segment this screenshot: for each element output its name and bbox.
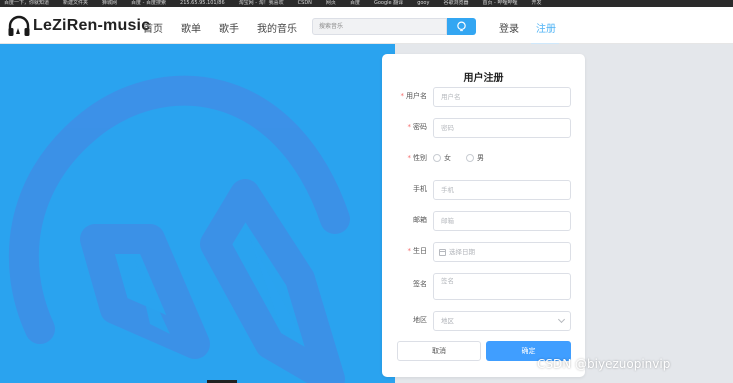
email-label: 邮箱 [413, 216, 427, 224]
required-mark: * [407, 123, 412, 131]
username-label: * 用户名 [400, 92, 428, 100]
required-mark: * [407, 247, 412, 255]
username-field[interactable] [433, 87, 571, 107]
birthday-placeholder: 选择日期 [449, 248, 475, 256]
region-select[interactable]: 地区 [433, 311, 571, 331]
gender-female-label[interactable]: 女 [444, 154, 451, 163]
cancel-button[interactable]: 取消 [397, 341, 481, 361]
birthday-date-picker[interactable]: 选择日期 [433, 242, 571, 262]
gender-male-label[interactable]: 男 [477, 154, 484, 163]
email-field[interactable] [433, 211, 571, 231]
headphones-illustration [8, 75, 350, 383]
nav-home[interactable]: 首页 [143, 20, 163, 35]
password-field[interactable] [433, 118, 571, 138]
required-mark: * [400, 92, 405, 100]
hero-banner [0, 44, 395, 383]
bookmark-item[interactable]: Google 翻译 [374, 0, 403, 7]
bookmark-item[interactable]: 狮城网 [102, 0, 117, 7]
region-placeholder: 地区 [441, 317, 454, 325]
bookmark-item[interactable]: gooy [417, 0, 429, 7]
bookmark-item[interactable]: 开发 [531, 0, 541, 7]
gender-male-radio[interactable] [466, 154, 474, 162]
gender-label: * 性别 [407, 154, 428, 162]
birthday-label: * 生日 [407, 247, 428, 255]
chevron-down-icon [557, 315, 566, 324]
phone-field[interactable] [433, 180, 571, 200]
register-form-card: 用户注册 *用户名 *密码 *性别 女 男 手机 邮箱 *生日 选择日期 签名 … [382, 54, 585, 377]
signature-textarea[interactable] [433, 273, 571, 300]
search-icon [457, 21, 466, 32]
nav-playlists[interactable]: 歌单 [181, 20, 201, 35]
password-label: * 密码 [407, 123, 428, 131]
region-label: 地区 [413, 316, 427, 324]
bookmark-item[interactable]: 215.65.95.101/86 [180, 0, 225, 7]
bookmark-item[interactable]: 百度 - 百度搜索 [131, 0, 166, 7]
top-navbar: LeZiRen-music 首页 歌单 歌手 我的音乐 登录 注册 [0, 7, 733, 45]
browser-bookmarks-bar: 百度一下，你就知道 新建文件夹 狮城网 百度 - 百度搜索 215.65.95.… [0, 0, 733, 7]
search-button[interactable] [447, 18, 476, 35]
bookmark-item[interactable]: CSDN [298, 0, 312, 7]
required-mark: * [407, 154, 412, 162]
bookmark-item[interactable]: 谷歌浏览器 [443, 0, 468, 7]
nav-singers[interactable]: 歌手 [219, 20, 239, 35]
nav-my-music[interactable]: 我的音乐 [257, 20, 297, 35]
login-link[interactable]: 登录 [499, 20, 519, 35]
search-input[interactable] [312, 18, 447, 35]
bookmark-item[interactable]: 首页 - 哔哩哔哩 [482, 0, 517, 7]
site-logo-text[interactable]: LeZiRen-music [33, 17, 150, 35]
headphones-icon[interactable] [7, 15, 31, 37]
signature-label: 签名 [413, 280, 427, 288]
watermark-text: CSDN @biyezuopinvip [537, 357, 671, 371]
calendar-icon [439, 248, 446, 256]
bookmark-item[interactable]: 百度一下，你就知道 [4, 0, 49, 7]
bookmark-item[interactable]: 百度 [350, 0, 360, 7]
bookmark-item[interactable]: 网页 [326, 0, 336, 7]
bookmark-item[interactable]: 新建文件夹 [63, 0, 88, 7]
bookmark-item[interactable]: 淘宝网 - 淘！我喜欢 [239, 0, 284, 7]
form-title: 用户注册 [463, 73, 504, 84]
phone-label: 手机 [413, 185, 427, 193]
register-link[interactable]: 注册 [536, 20, 556, 35]
gender-female-radio[interactable] [433, 154, 441, 162]
